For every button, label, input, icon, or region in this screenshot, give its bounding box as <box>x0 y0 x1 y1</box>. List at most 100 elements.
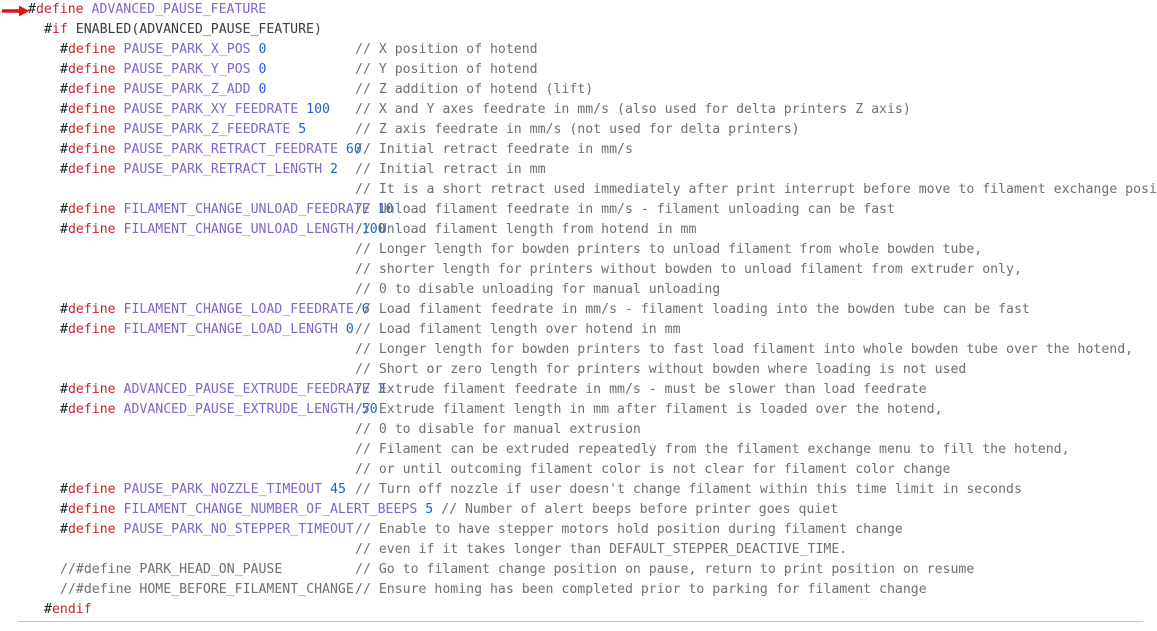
code-line[interactable]: #define FILAMENT_CHANGE_NUMBER_OF_ALERT_… <box>0 500 1157 520</box>
token-num: 0 <box>258 42 267 57</box>
token-hash: # <box>44 602 52 617</box>
code-line[interactable]: // 0 to disable for manual extrusion <box>0 420 1157 440</box>
code-comment: // Extrude filament feedrate in mm/s - m… <box>355 382 927 397</box>
token-hash: # <box>60 482 68 497</box>
code-tokens: #define ADVANCED_PAUSE_FEATURE <box>28 0 266 20</box>
code-tokens: #define ADVANCED_PAUSE_EXTRUDE_LENGTH 50 <box>60 400 378 420</box>
token-hash: # <box>60 122 68 137</box>
code-line[interactable]: // even if it takes longer than DEFAULT_… <box>0 540 1157 560</box>
token-kw: define <box>67 502 116 517</box>
token-hash: # <box>60 302 68 317</box>
token-macro: ADVANCED_PAUSE_FEATURE <box>91 2 267 17</box>
code-line[interactable]: #define ADVANCED_PAUSE_EXTRUDE_FEEDRATE … <box>0 380 1157 400</box>
code-tokens: #define PAUSE_PARK_RETRACT_LENGTH 2 <box>60 160 338 180</box>
code-line[interactable]: // 0 to disable unloading for manual unl… <box>0 280 1157 300</box>
code-tokens: #define PAUSE_PARK_Z_ADD 0 <box>60 80 267 100</box>
code-line[interactable]: #define PAUSE_PARK_XY_FEEDRATE 100 // X a… <box>0 100 1157 120</box>
code-tokens: #define FILAMENT_CHANGE_LOAD_FEEDRATE 6 <box>60 300 370 320</box>
code-tokens: #define PAUSE_PARK_NO_STEPPER_TIMEOUT <box>60 520 354 540</box>
code-line[interactable]: #define PAUSE_PARK_Z_FEEDRATE 5 // Z axis… <box>0 120 1157 140</box>
code-tokens: #define PAUSE_PARK_X_POS 0 <box>60 40 267 60</box>
code-tokens: #define PAUSE_PARK_Y_POS 0 <box>60 60 267 80</box>
code-comment: // Enable to have stepper motors hold po… <box>355 522 903 537</box>
code-line[interactable]: // Longer length for bowden printers to … <box>0 240 1157 260</box>
token-hash: # <box>60 102 68 117</box>
code-comment: // 0 to disable unloading for manual unl… <box>355 282 721 297</box>
token-num: 0 <box>345 322 354 337</box>
code-listing[interactable]: #define ADVANCED_PAUSE_FEATURE #if ENABLE… <box>0 0 1157 631</box>
code-comment: // even if it takes longer than DEFAULT_… <box>355 542 848 557</box>
token-macro: PAUSE_PARK_RETRACT_FEEDRATE <box>123 142 338 157</box>
token-hash: # <box>60 382 68 397</box>
token-macro: FILAMENT_CHANGE_NUMBER_OF_ALERT_BEEPS <box>123 502 418 517</box>
code-line[interactable]: #define PAUSE_PARK_X_POS 0 // X position … <box>0 40 1157 60</box>
token-num: 0 <box>258 82 267 97</box>
token-kw: define <box>67 102 116 117</box>
code-comment: // X and Y axes feedrate in mm/s (also u… <box>355 102 911 117</box>
token-kw: define <box>67 402 116 417</box>
code-tokens: //#define HOME_BEFORE_FILAMENT_CHANGE <box>60 580 354 600</box>
token-kw: if <box>51 22 68 37</box>
code-line[interactable]: #define FILAMENT_CHANGE_UNLOAD_LENGTH 10… <box>0 220 1157 240</box>
code-line[interactable]: #define PAUSE_PARK_RETRACT_FEEDRATE 60//… <box>0 140 1157 160</box>
code-comment: // Longer length for bowden printers to … <box>355 342 1134 357</box>
token-comment: // Number of alert beeps before printer … <box>441 502 839 517</box>
token-hash: # <box>60 82 68 97</box>
token-hash: # <box>60 162 68 177</box>
code-line[interactable]: //#define HOME_BEFORE_FILAMENT_CHANGE// … <box>0 580 1157 600</box>
code-line[interactable]: #define FILAMENT_CHANGE_LOAD_FEEDRATE 6/… <box>0 300 1157 320</box>
token-hash: # <box>60 142 68 157</box>
token-macro: PAUSE_PARK_Y_POS <box>123 62 251 77</box>
code-line[interactable]: // It is a short retract used immediatel… <box>0 180 1157 200</box>
code-line[interactable]: // Short or zero length for printers wit… <box>0 360 1157 380</box>
code-line[interactable]: //#define PARK_HEAD_ON_PAUSE // Go to fil… <box>0 560 1157 580</box>
token-macro: PAUSE_PARK_RETRACT_LENGTH <box>123 162 323 177</box>
token-kw: define <box>67 322 116 337</box>
code-line[interactable]: #define ADVANCED_PAUSE_EXTRUDE_LENGTH 50… <box>0 400 1157 420</box>
bottom-divider <box>18 621 1143 622</box>
code-comment: // Z axis feedrate in mm/s (not used for… <box>355 122 800 137</box>
token-hash: # <box>28 2 36 17</box>
token-dis: //#define PARK_HEAD_ON_PAUSE <box>60 562 283 577</box>
code-line[interactable]: #define FILAMENT_CHANGE_UNLOAD_FEEDRATE … <box>0 200 1157 220</box>
token-kw: define <box>67 302 116 317</box>
token-macro: ADVANCED_PAUSE_EXTRUDE_LENGTH <box>123 402 354 417</box>
code-comment: // Filament can be extruded repeatedly f… <box>355 442 1070 457</box>
code-line[interactable]: #endif <box>0 600 1157 620</box>
code-line[interactable]: // Filament can be extruded repeatedly f… <box>0 440 1157 460</box>
code-line[interactable]: #define PAUSE_PARK_NO_STEPPER_TIMEOUT// … <box>0 520 1157 540</box>
code-line[interactable]: #if ENABLED(ADVANCED_PAUSE_FEATURE) <box>0 20 1157 40</box>
code-comment: // Longer length for bowden printers to … <box>355 242 983 257</box>
code-line[interactable]: #define PAUSE_PARK_Y_POS 0 // Y position … <box>0 60 1157 80</box>
code-comment: // or until outcoming filament color is … <box>355 462 951 477</box>
code-line[interactable]: // shorter length for printers without b… <box>0 260 1157 280</box>
code-tokens: #endif <box>44 600 92 620</box>
code-line[interactable]: #define FILAMENT_CHANGE_LOAD_LENGTH 0// … <box>0 320 1157 340</box>
code-line[interactable]: #define PAUSE_PARK_NOZZLE_TIMEOUT 45 // T… <box>0 480 1157 500</box>
token-macro: ADVANCED_PAUSE_EXTRUDE_FEEDRATE <box>123 382 370 397</box>
token-hash: # <box>60 202 68 217</box>
token-kw: define <box>35 2 84 17</box>
code-line[interactable]: #define ADVANCED_PAUSE_FEATURE <box>0 0 1157 20</box>
token-hash: # <box>60 502 68 517</box>
code-line[interactable]: #define PAUSE_PARK_Z_ADD 0 // Z addition … <box>0 80 1157 100</box>
code-line[interactable]: #define PAUSE_PARK_RETRACT_LENGTH 2 // In… <box>0 160 1157 180</box>
code-comment: // X position of hotend <box>355 42 538 57</box>
token-kw: define <box>67 482 116 497</box>
code-line[interactable]: // or until outcoming filament color is … <box>0 460 1157 480</box>
code-line[interactable]: // Longer length for bowden printers to … <box>0 340 1157 360</box>
token-plain: ENABLED(ADVANCED_PAUSE_FEATURE) <box>67 22 322 37</box>
token-macro: FILAMENT_CHANGE_UNLOAD_LENGTH <box>123 222 354 237</box>
code-comment: // It is a short retract used immediatel… <box>355 182 1157 197</box>
